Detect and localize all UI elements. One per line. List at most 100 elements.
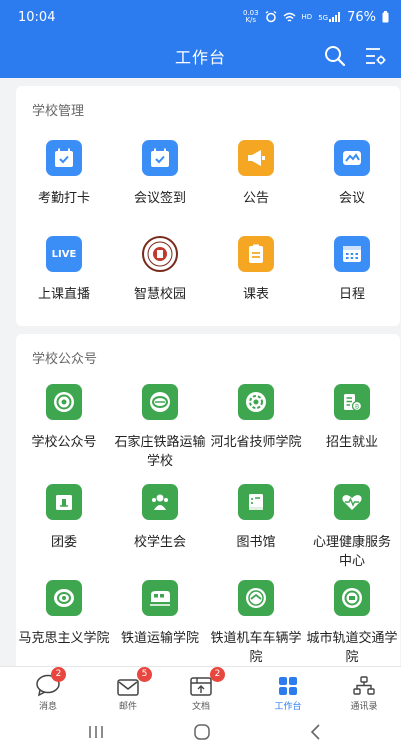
tab-icon-wrap	[258, 671, 318, 697]
tab-icon-wrap	[334, 671, 394, 697]
school-management-card: 学校管理 考勤打卡 会议签到 公告 会议 LIVE 上课直播 智慧校园 课表 日…	[16, 86, 400, 326]
app-label: 课表	[242, 287, 269, 302]
app-mental-health-center[interactable]: 心理健康服务中心	[304, 484, 400, 571]
system-navigation-bar	[0, 716, 401, 749]
meeting-icon	[334, 140, 370, 176]
workbench-content: 学校管理 考勤打卡 会议签到 公告 会议 LIVE 上课直播 智慧校园 课表 日…	[0, 78, 401, 666]
app-label: 心理健康服务中心	[312, 535, 391, 569]
school-emblem-icon	[46, 580, 82, 616]
live-icon: LIVE	[46, 236, 82, 272]
tab-icon-wrap: 2	[18, 667, 78, 697]
app-urban-rail-college[interactable]: 城市轨道交通学院	[304, 580, 400, 666]
unread-badge: 2	[51, 667, 66, 682]
app-hebei-technician-college[interactable]: 河北省技师学院	[208, 384, 304, 452]
app-label: 会议	[338, 191, 365, 206]
schedule-icon	[238, 236, 274, 272]
tab-icon-wrap: 2	[171, 667, 231, 697]
status-time: 10:04	[18, 9, 56, 25]
app-railway-transport-college[interactable]: 铁道运输学院	[112, 580, 208, 648]
network-speed: 0.03 K/s	[243, 10, 259, 24]
tab-documents[interactable]: 2 文档	[171, 667, 231, 712]
app-railway-transport-school[interactable]: 石家庄铁路运输学校	[112, 384, 208, 471]
app-meeting[interactable]: 会议	[304, 140, 400, 208]
back-icon[interactable]	[306, 722, 326, 742]
calendar-check-icon	[142, 140, 178, 176]
tab-contacts[interactable]: 通讯录	[334, 671, 394, 712]
school-emblem-icon	[46, 384, 82, 420]
unread-badge: 5	[137, 667, 152, 682]
status-bar: 10:04 0.03 K/s HD 5G 76%	[0, 0, 401, 34]
home-icon[interactable]	[192, 722, 212, 742]
tab-label: 消息	[38, 702, 57, 712]
mental-health-icon	[334, 484, 370, 520]
app-marxism-college[interactable]: 马克思主义学院	[16, 580, 112, 648]
student-union-icon	[142, 484, 178, 520]
school-emblem-icon	[238, 384, 274, 420]
wifi-icon	[283, 12, 296, 22]
tab-icon-wrap: 5	[98, 667, 158, 697]
app-label: 智慧校园	[133, 287, 186, 302]
section-title-public-accounts: 学校公众号	[32, 352, 98, 367]
app-smart-campus[interactable]: 智慧校园	[112, 236, 208, 304]
app-label: 会议签到	[133, 191, 186, 206]
app-youth-league[interactable]: 团委	[16, 484, 112, 552]
app-enrollment-employment[interactable]: B 招生就业	[304, 384, 400, 452]
tab-messages[interactable]: 2 消息	[18, 667, 78, 712]
unread-badge: 2	[210, 667, 225, 682]
app-label: 铁道运输学院	[120, 631, 199, 646]
app-schedule[interactable]: 课表	[208, 236, 304, 304]
library-icon	[238, 484, 274, 520]
app-label: 图书馆	[236, 535, 276, 550]
train-icon	[142, 580, 178, 616]
app-attendance[interactable]: 考勤打卡	[16, 140, 112, 208]
grid-icon	[279, 677, 297, 695]
school-emblem-icon	[142, 384, 178, 420]
app-label: 铁道机车车辆学院	[210, 631, 302, 665]
network-type: 5G	[318, 14, 329, 22]
app-header: 10:04 0.03 K/s HD 5G 76% 工作台	[0, 0, 401, 78]
enrollment-icon: B	[334, 384, 370, 420]
school-emblem-icon	[142, 236, 178, 272]
tab-mail[interactable]: 5 邮件	[98, 667, 158, 712]
app-announcement[interactable]: 公告	[208, 140, 304, 208]
app-school-account[interactable]: 学校公众号	[16, 384, 112, 452]
document-icon	[190, 677, 212, 696]
app-label: 团委	[50, 535, 77, 550]
app-student-union[interactable]: 校学生会	[112, 484, 208, 552]
app-label: 学校公众号	[31, 435, 97, 450]
calendar-check-icon	[46, 140, 82, 176]
filter-settings-icon[interactable]	[365, 46, 387, 66]
hd-indicator: HD	[301, 13, 313, 21]
mail-icon	[117, 679, 139, 696]
app-calendar[interactable]: 日程	[304, 236, 400, 304]
calendar-icon	[334, 236, 370, 272]
app-label: 石家庄铁路运输学校	[114, 435, 206, 469]
megaphone-icon	[238, 140, 274, 176]
search-icon[interactable]	[323, 44, 347, 68]
signal-icon	[329, 12, 341, 22]
tab-label: 邮件	[118, 702, 137, 712]
tab-label: 通讯录	[350, 702, 378, 712]
app-locomotive-college[interactable]: 铁道机车车辆学院	[208, 580, 304, 666]
app-label: 日程	[338, 287, 365, 302]
app-label: 城市轨道交通学院	[306, 631, 398, 665]
app-label: 上课直播	[37, 287, 90, 302]
app-label: 马克思主义学院	[18, 631, 110, 646]
network-speed-unit: K/s	[245, 16, 257, 24]
signal-indicator: 5G	[318, 12, 341, 22]
bottom-tab-bar: 2 消息 5 邮件 2 文档 工作台 通讯录	[0, 666, 401, 716]
app-live-class[interactable]: LIVE 上课直播	[16, 236, 112, 304]
school-emblem-icon	[334, 580, 370, 616]
svg-text:B: B	[355, 404, 359, 411]
section-title-school-management: 学校管理	[32, 104, 85, 119]
app-label: 招生就业	[325, 435, 378, 450]
tab-label: 文档	[191, 702, 210, 712]
app-label: 考勤打卡	[37, 191, 90, 206]
app-meeting-checkin[interactable]: 会议签到	[112, 140, 208, 208]
app-label: 校学生会	[133, 535, 186, 550]
recent-apps-icon[interactable]	[86, 722, 106, 742]
battery-level: 76%	[347, 9, 376, 25]
app-library[interactable]: 图书馆	[208, 484, 304, 552]
public-accounts-card: 学校公众号 学校公众号 石家庄铁路运输学校 河北省技师学院 B 招生就业 团委 …	[16, 334, 400, 666]
tab-workbench[interactable]: 工作台	[258, 671, 318, 712]
